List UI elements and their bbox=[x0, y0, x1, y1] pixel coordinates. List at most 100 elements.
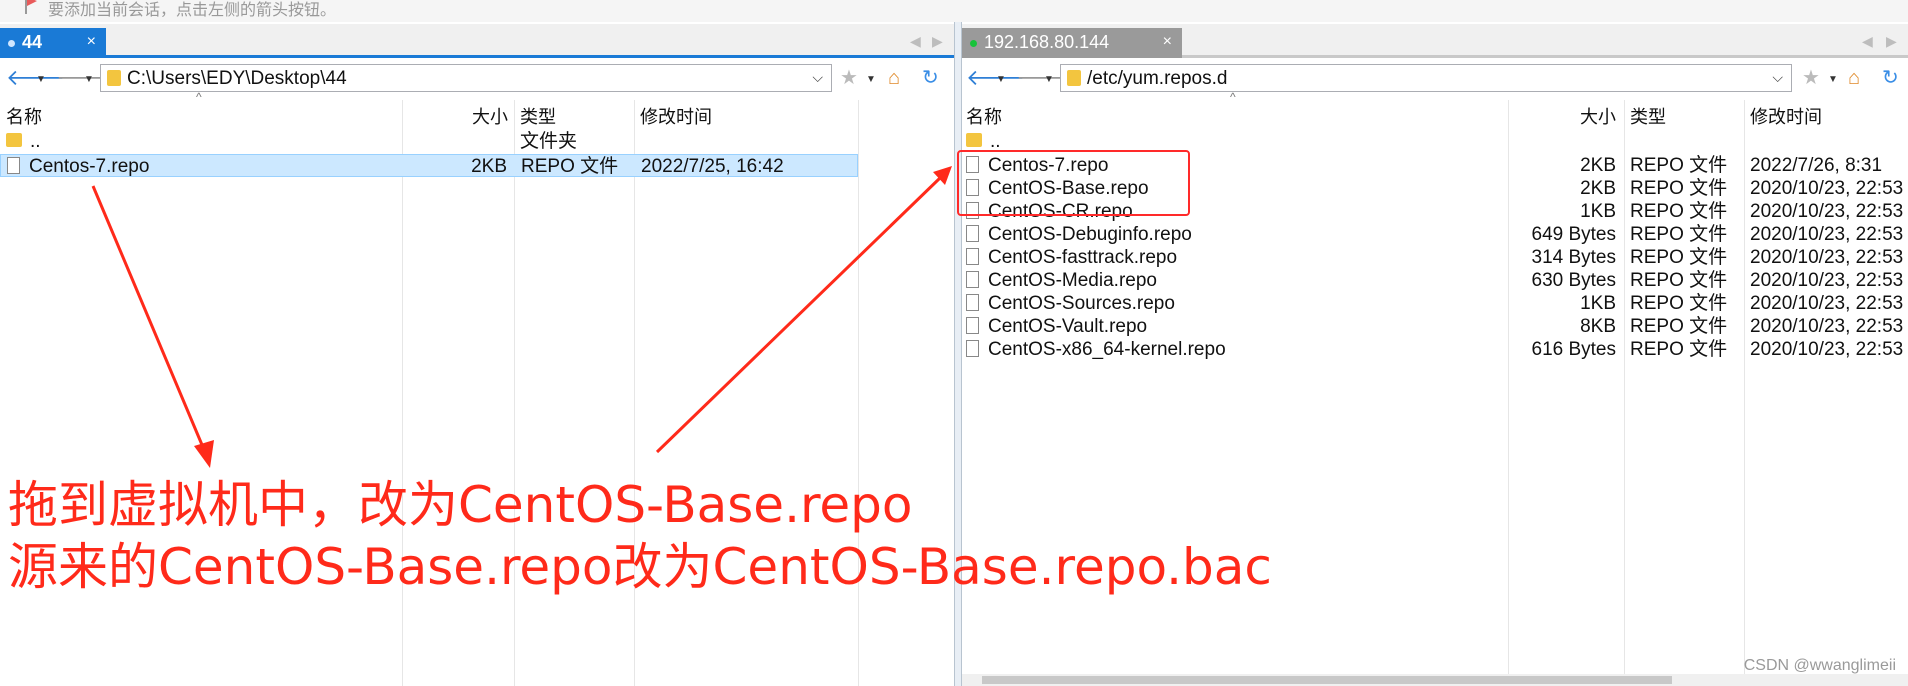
folder-icon bbox=[107, 70, 121, 86]
tab-close-icon[interactable]: × bbox=[87, 33, 96, 51]
remote-path-text: /etc/yum.repos.d bbox=[1087, 68, 1228, 89]
local-tab-row: 44 × ◀ ▶ bbox=[0, 24, 954, 58]
session-hint-bar: 要添加当前会话，点击左侧的箭头按钮。 bbox=[0, 0, 1908, 22]
list-item[interactable]: Centos-7.repo 2KB REPO 文件 2022/7/25, 16:… bbox=[0, 154, 858, 177]
file-name: CentOS-fasttrack.repo bbox=[988, 247, 1178, 268]
file-modified: 2020/10/23, 22:53 bbox=[1750, 270, 1904, 291]
column-modified[interactable]: 修改时间 bbox=[1750, 103, 1822, 129]
column-divider[interactable] bbox=[514, 100, 515, 686]
list-item[interactable]: CentOS-Debuginfo.repo 649 Bytes REPO 文件 202… bbox=[962, 223, 1908, 246]
list-item[interactable]: CentOS-Vault.repo 8KB REPO 文件 2020/10/23, 2… bbox=[962, 315, 1908, 338]
local-toolbar: 🡐 ▼ 🡒 ▼ C:\Users\EDY\Desktop\44 ⌵ ★ ▼ ⌂ … bbox=[0, 62, 954, 96]
refresh-icon[interactable]: ↻ bbox=[922, 68, 939, 88]
file-icon bbox=[966, 317, 979, 334]
file-size: 2KB bbox=[1580, 178, 1616, 199]
forward-dropdown-icon[interactable]: ▼ bbox=[84, 74, 94, 85]
file-type: REPO 文件 bbox=[1630, 224, 1728, 245]
file-modified: 2020/10/23, 22:53 bbox=[1750, 247, 1904, 268]
star-icon[interactable]: ★ bbox=[840, 68, 858, 88]
file-name: .. bbox=[30, 131, 41, 152]
column-name[interactable]: 名称 bbox=[966, 103, 1002, 129]
file-modified: 2020/10/23, 22:53 bbox=[1750, 316, 1904, 337]
file-modified: 2020/10/23, 22:53 bbox=[1750, 293, 1904, 314]
column-divider[interactable] bbox=[402, 100, 403, 686]
file-size: 314 Bytes bbox=[1531, 247, 1617, 268]
back-dropdown-icon[interactable]: ▼ bbox=[996, 74, 1006, 85]
file-size: 8KB bbox=[1580, 316, 1616, 337]
tab-label: 192.168.80.144 bbox=[984, 32, 1110, 52]
file-size: 2KB bbox=[471, 156, 507, 177]
file-type: REPO 文件 bbox=[1630, 293, 1728, 314]
file-icon bbox=[966, 271, 979, 288]
file-name: CentOS-x86_64-kernel.repo bbox=[988, 339, 1226, 360]
tab-scroll-left-icon[interactable]: ◀ bbox=[1862, 33, 1873, 50]
highlight-box bbox=[957, 150, 1190, 216]
column-name[interactable]: 名称 bbox=[6, 103, 42, 129]
file-size: 630 Bytes bbox=[1531, 270, 1617, 291]
file-modified: 2022/7/25, 16:42 bbox=[641, 156, 784, 177]
list-item[interactable]: CentOS-x86_64-kernel.repo 616 Bytes REPO 文… bbox=[962, 338, 1908, 361]
local-column-header: 名称 ^ 大小 类型 修改时间 bbox=[0, 90, 954, 129]
remote-path-field[interactable]: /etc/yum.repos.d ⌵ bbox=[1060, 64, 1792, 92]
file-modified: 2020/10/23, 22:53 bbox=[1750, 339, 1904, 360]
column-divider[interactable] bbox=[858, 100, 859, 686]
file-type: REPO 文件 bbox=[1630, 270, 1728, 291]
annotation-line-2: 源来的CentOS-Base.repo改为CentOS-Base.repo.ba… bbox=[8, 538, 1272, 596]
sort-up-icon: ^ bbox=[196, 90, 202, 104]
chevron-down-icon[interactable]: ⌵ bbox=[1772, 69, 1783, 86]
home-icon[interactable]: ⌂ bbox=[888, 68, 900, 88]
column-modified[interactable]: 修改时间 bbox=[640, 103, 712, 129]
file-size: 1KB bbox=[1580, 293, 1616, 314]
sort-up-icon: ^ bbox=[1230, 90, 1236, 104]
bookmark-dropdown-icon[interactable]: ▼ bbox=[1828, 74, 1838, 85]
local-path-field[interactable]: C:\Users\EDY\Desktop\44 ⌵ bbox=[100, 64, 832, 92]
forward-dropdown-icon[interactable]: ▼ bbox=[1044, 74, 1054, 85]
file-size: 2KB bbox=[1580, 155, 1616, 176]
horizontal-scrollbar[interactable] bbox=[962, 674, 1908, 686]
local-path-text: C:\Users\EDY\Desktop\44 bbox=[127, 68, 347, 89]
file-name: CentOS-Media.repo bbox=[988, 270, 1157, 291]
folder-icon bbox=[1067, 70, 1081, 86]
file-type: REPO 文件 bbox=[1630, 201, 1728, 222]
file-modified: 2020/10/23, 22:53 bbox=[1750, 201, 1904, 222]
chevron-down-icon[interactable]: ⌵ bbox=[812, 69, 823, 86]
file-size: 649 Bytes bbox=[1531, 224, 1617, 245]
home-icon[interactable]: ⌂ bbox=[1848, 68, 1860, 88]
column-type[interactable]: 类型 bbox=[520, 103, 556, 129]
folder-icon bbox=[6, 133, 22, 147]
file-name: CentOS-Sources.repo bbox=[988, 293, 1175, 314]
remote-column-header: 名称 ^ 大小 类型 修改时间 bbox=[962, 90, 1908, 129]
file-type: REPO 文件 bbox=[1630, 155, 1728, 176]
tab-close-icon[interactable]: × bbox=[1163, 33, 1172, 51]
bookmark-flag-icon[interactable] bbox=[24, 0, 38, 14]
tab-label: 44 bbox=[22, 32, 43, 52]
file-size: 616 Bytes bbox=[1531, 339, 1617, 360]
list-item-parent[interactable]: .. 文件夹 bbox=[0, 130, 954, 153]
file-modified: 2020/10/23, 22:53 bbox=[1750, 178, 1904, 199]
file-size: 1KB bbox=[1580, 201, 1616, 222]
column-divider[interactable] bbox=[634, 100, 635, 686]
file-type: REPO 文件 bbox=[1630, 316, 1728, 337]
scrollbar-thumb[interactable] bbox=[982, 676, 1672, 684]
tab-scroll-left-icon[interactable]: ◀ bbox=[910, 33, 921, 50]
tab-remote-host[interactable]: 192.168.80.144 × bbox=[962, 28, 1182, 58]
column-size[interactable]: 大小 bbox=[1580, 103, 1616, 129]
tab-scroll-right-icon[interactable]: ▶ bbox=[1886, 33, 1897, 50]
refresh-icon[interactable]: ↻ bbox=[1882, 68, 1899, 88]
star-icon[interactable]: ★ bbox=[1802, 68, 1820, 88]
column-type[interactable]: 类型 bbox=[1630, 103, 1666, 129]
tab-local-44[interactable]: 44 × bbox=[0, 28, 106, 58]
file-icon bbox=[966, 340, 979, 357]
bookmark-dropdown-icon[interactable]: ▼ bbox=[866, 74, 876, 85]
tab-scroll-right-icon[interactable]: ▶ bbox=[932, 33, 943, 50]
file-icon bbox=[966, 294, 979, 311]
list-item[interactable]: CentOS-Media.repo 630 Bytes REPO 文件 2020/10… bbox=[962, 269, 1908, 292]
back-dropdown-icon[interactable]: ▼ bbox=[36, 74, 46, 85]
remote-toolbar: 🡐 ▼ 🡒 ▼ /etc/yum.repos.d ⌵ ★ ▼ ⌂ ↻ bbox=[962, 62, 1908, 96]
file-icon bbox=[966, 248, 979, 265]
list-item[interactable]: CentOS-Sources.repo 1KB REPO 文件 2020/10/23,… bbox=[962, 292, 1908, 315]
column-size[interactable]: 大小 bbox=[472, 103, 508, 129]
file-icon bbox=[7, 157, 20, 174]
tab-status-dot bbox=[8, 40, 15, 47]
list-item[interactable]: CentOS-fasttrack.repo 314 Bytes REPO 文件 202… bbox=[962, 246, 1908, 269]
